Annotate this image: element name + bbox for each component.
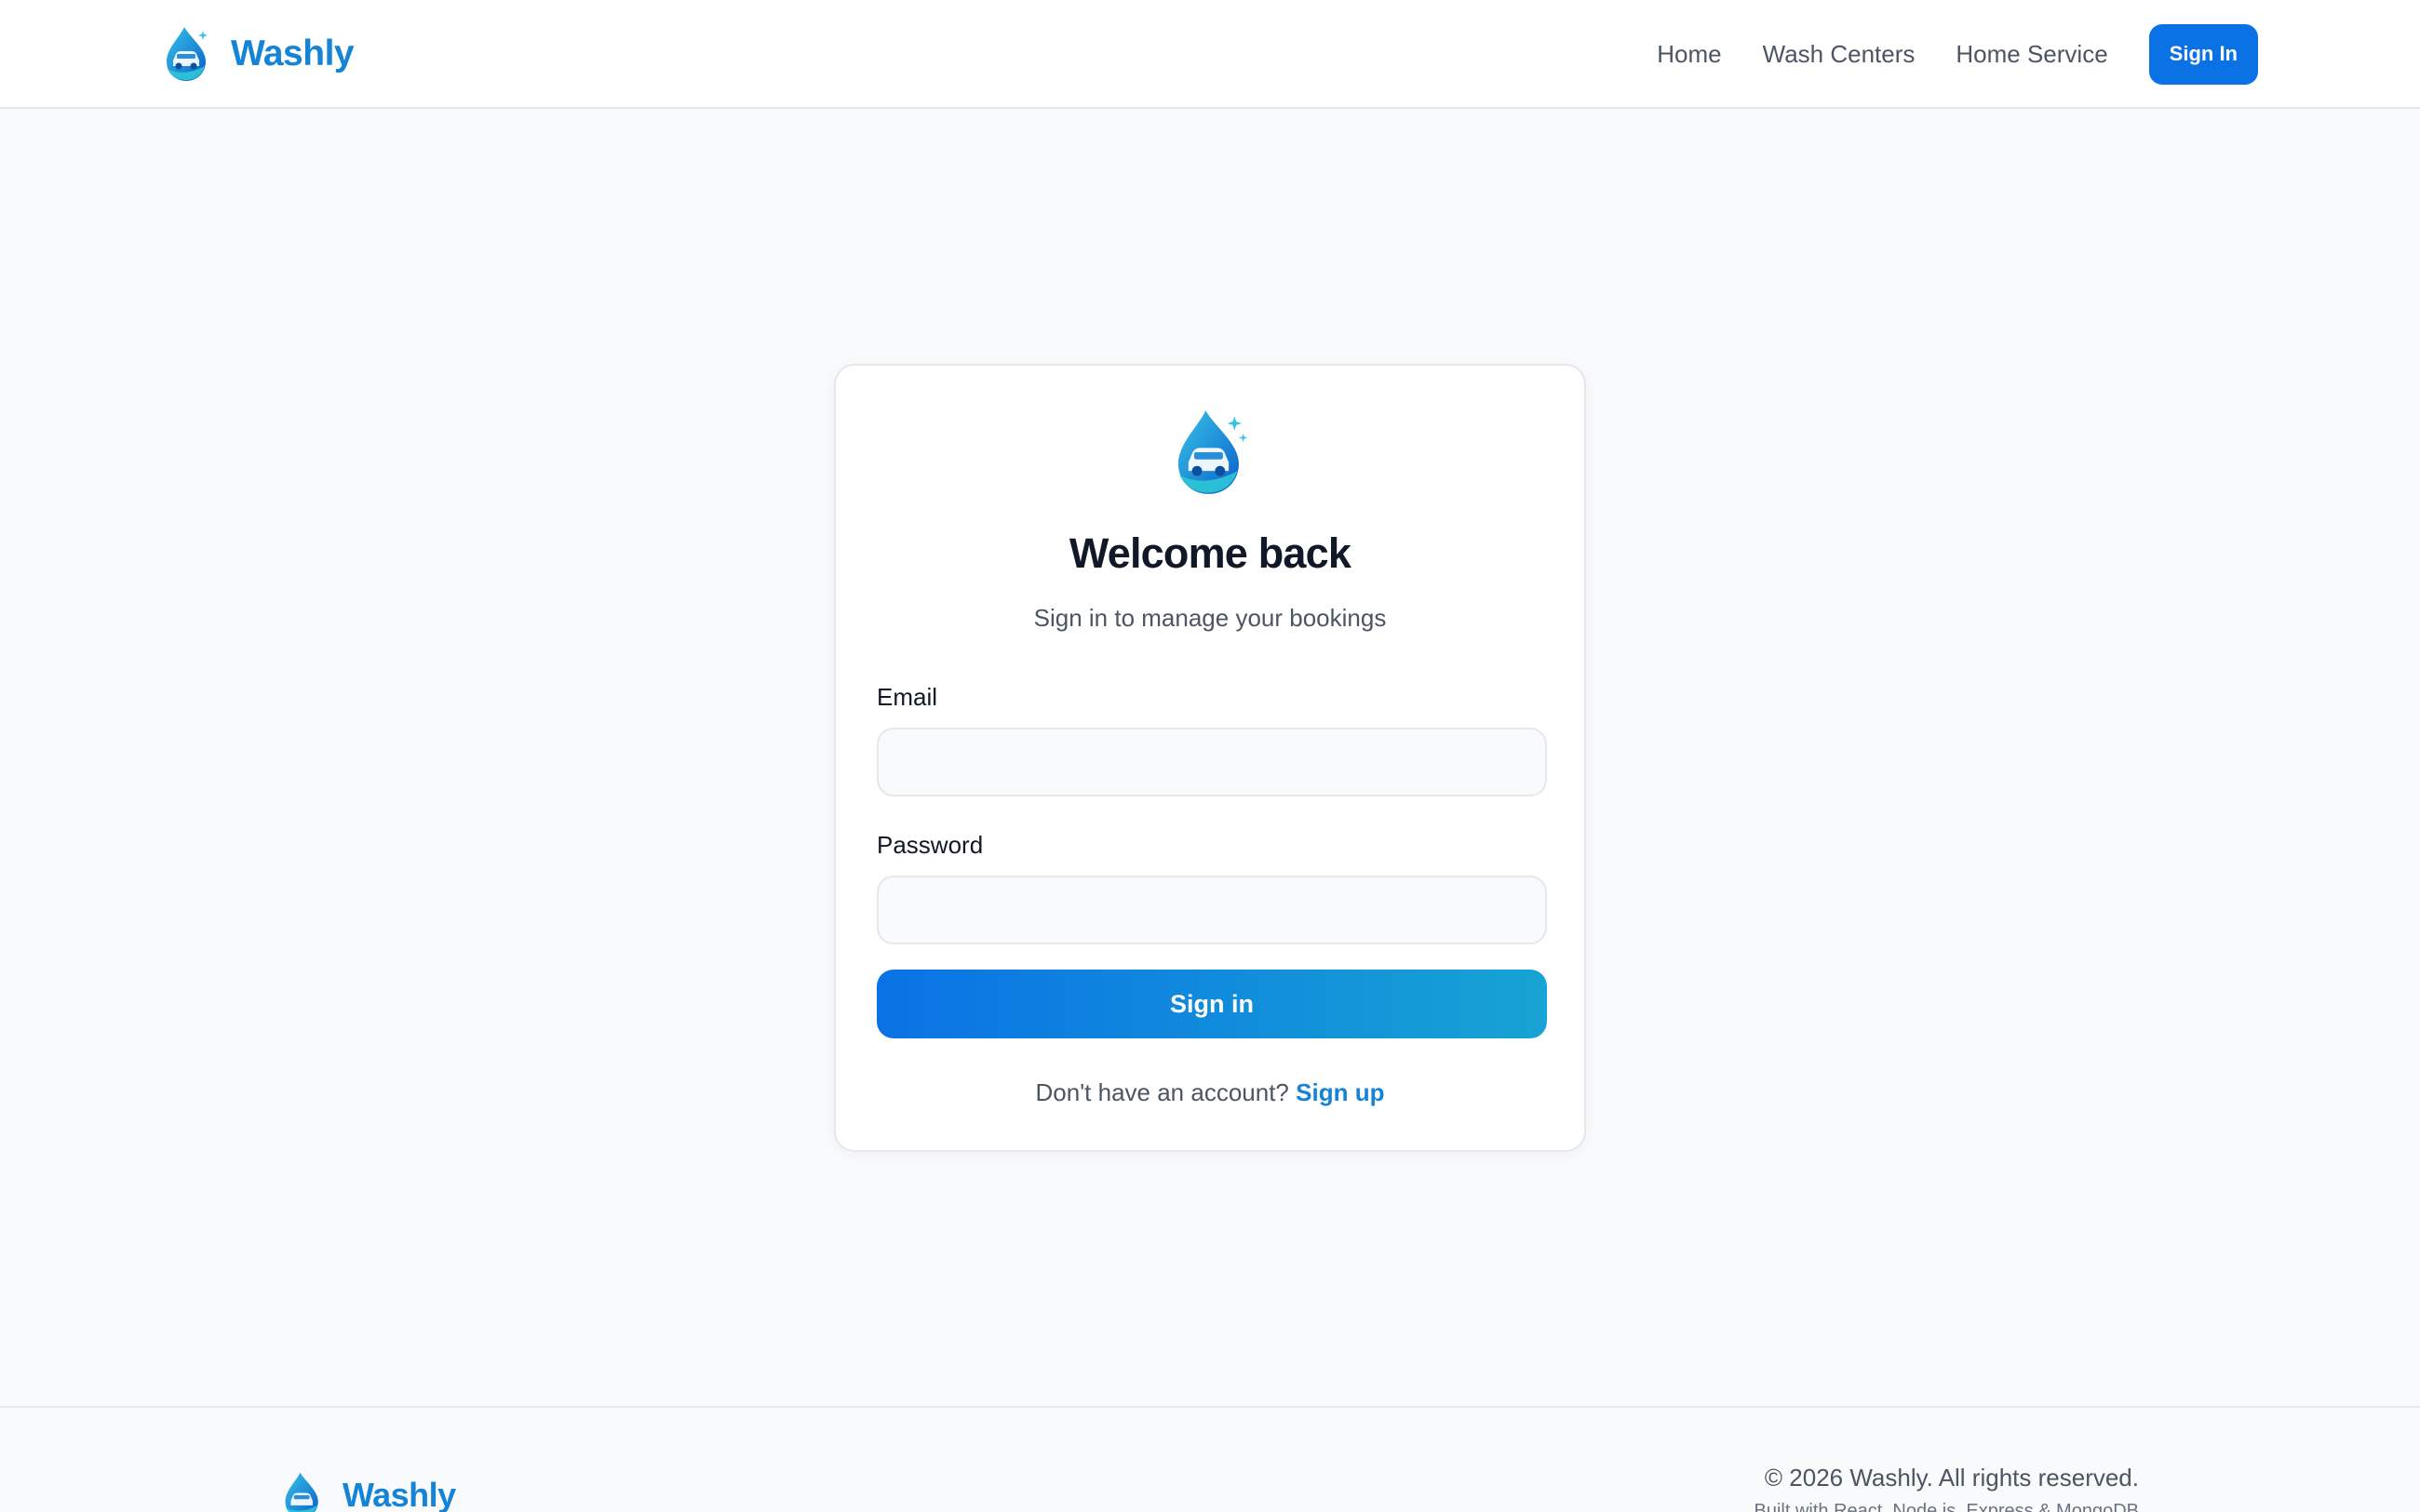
footer-brand[interactable]: Washly (281, 1471, 456, 1512)
sign-in-submit-button[interactable]: Sign in (877, 970, 1547, 1038)
water-drop-car-logo-icon (167, 27, 208, 81)
site-header: Washly Home Wash Centers Home Service Si… (0, 0, 2420, 109)
login-subtitle: Sign in to manage your bookings (1033, 604, 1387, 632)
sign-up-link[interactable]: Sign up (1296, 1078, 1384, 1106)
nav-home-link[interactable]: Home (1657, 40, 1721, 69)
signup-row: Don't have an account? Sign up (836, 1078, 1584, 1107)
water-drop-car-logo-icon (285, 1472, 318, 1512)
login-title: Welcome back (1069, 529, 1351, 577)
brand-name: Washly (231, 33, 355, 74)
password-field[interactable] (877, 876, 1547, 944)
login-card: Welcome back Sign in to manage your book… (834, 364, 1586, 1152)
password-label: Password (877, 831, 984, 859)
page: Washly Home Wash Centers Home Service Si… (0, 0, 2420, 1512)
site-footer: Washly © 2026 Washly. All rights reserve… (0, 1406, 2420, 1512)
water-drop-car-logo-icon (1177, 410, 1248, 494)
signup-prompt: Don't have an account? (1035, 1078, 1289, 1106)
brand-home-link[interactable]: Washly (162, 24, 355, 84)
email-field[interactable] (877, 728, 1547, 796)
footer-copyright: © 2026 Washly. All rights reserved. (1764, 1464, 2139, 1492)
footer-built-with: Built with React, Node.js, Express & Mon… (1754, 1501, 2139, 1512)
footer-brand-name: Washly (343, 1476, 456, 1512)
nav-wash-centers-link[interactable]: Wash Centers (1763, 40, 1916, 69)
nav-home-service-link[interactable]: Home Service (1956, 40, 2107, 69)
header-sign-in-button[interactable]: Sign In (2148, 23, 2258, 85)
email-label: Email (877, 683, 938, 711)
main-nav: Home Wash Centers Home Service Sign In (1657, 23, 2258, 85)
